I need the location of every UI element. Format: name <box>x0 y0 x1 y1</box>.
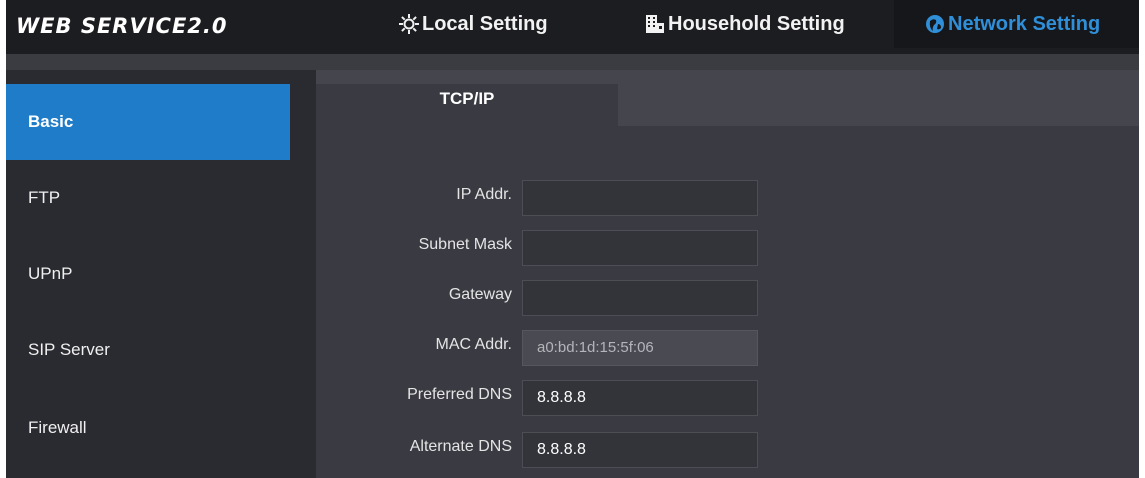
sidebar-item-ftp[interactable]: FTP <box>6 160 290 236</box>
top-header: WEB SERVICE2.0 Local Setting Household S… <box>6 0 1139 54</box>
subnet-mask-row: Subnet Mask <box>316 230 776 266</box>
alternate-dns-row: Alternate DNS 8.8.8.8 <box>316 432 776 468</box>
sidebar-item-basic[interactable]: Basic <box>6 84 290 160</box>
gear-icon <box>398 13 420 35</box>
app-window: WEB SERVICE2.0 Local Setting Household S… <box>6 0 1139 478</box>
gateway-label: Gateway <box>448 286 512 303</box>
gateway-row: Gateway <box>316 280 776 316</box>
tab-tcp-ip[interactable]: TCP/IP <box>316 84 618 126</box>
preferred-dns-field[interactable]: 8.8.8.8 <box>522 380 758 416</box>
nav-household-setting-label: Household Setting <box>668 12 845 35</box>
ip-address-label: IP Addr. <box>456 186 512 203</box>
globe-icon <box>924 13 946 35</box>
mac-address-label: MAC Addr. <box>435 336 512 353</box>
sidebar-item-sip-server[interactable]: SIP Server <box>6 312 290 388</box>
sidebar-item-label: FTP <box>28 188 61 207</box>
sidebar: Basic FTP UPnP SIP Server Firewall <box>6 70 296 478</box>
mac-address-field: a0:bd:1d:15:5f:06 <box>522 330 758 366</box>
nav-local-setting-label: Local Setting <box>422 12 548 35</box>
preferred-dns-label: Preferred DNS <box>407 386 512 403</box>
nav-household-setting[interactable]: Household Setting <box>644 0 845 48</box>
gateway-field[interactable] <box>522 280 758 316</box>
sidebar-item-label: Basic <box>28 112 74 131</box>
mac-address-row: MAC Addr. a0:bd:1d:15:5f:06 <box>316 330 776 366</box>
brand-logo: WEB SERVICE2.0 <box>16 14 228 38</box>
nav-local-setting[interactable]: Local Setting <box>398 0 548 48</box>
ip-address-field[interactable] <box>522 180 758 216</box>
tab-strip: TCP/IP <box>316 70 1139 126</box>
header-divider <box>6 54 1139 70</box>
subnet-mask-field[interactable] <box>522 230 758 266</box>
ip-address-row: IP Addr. <box>316 180 776 216</box>
nav-network-setting[interactable]: Network Setting <box>894 0 1139 48</box>
sidebar-item-upnp[interactable]: UPnP <box>6 236 290 312</box>
alternate-dns-field[interactable]: 8.8.8.8 <box>522 432 758 468</box>
alternate-dns-label: Alternate DNS <box>409 438 512 455</box>
main-panel: TCP/IP IP Addr. Subnet Mask Gateway MAC … <box>316 70 1139 478</box>
subnet-mask-label: Subnet Mask <box>418 236 512 253</box>
sidebar-item-firewall[interactable]: Firewall <box>6 390 290 466</box>
sidebar-item-label: Firewall <box>28 418 87 437</box>
building-icon <box>644 13 666 35</box>
sidebar-item-label: SIP Server <box>28 340 110 359</box>
sidebar-item-label: UPnP <box>28 264 73 283</box>
nav-network-setting-label: Network Setting <box>948 12 1101 35</box>
preferred-dns-row: Preferred DNS 8.8.8.8 <box>316 380 776 416</box>
